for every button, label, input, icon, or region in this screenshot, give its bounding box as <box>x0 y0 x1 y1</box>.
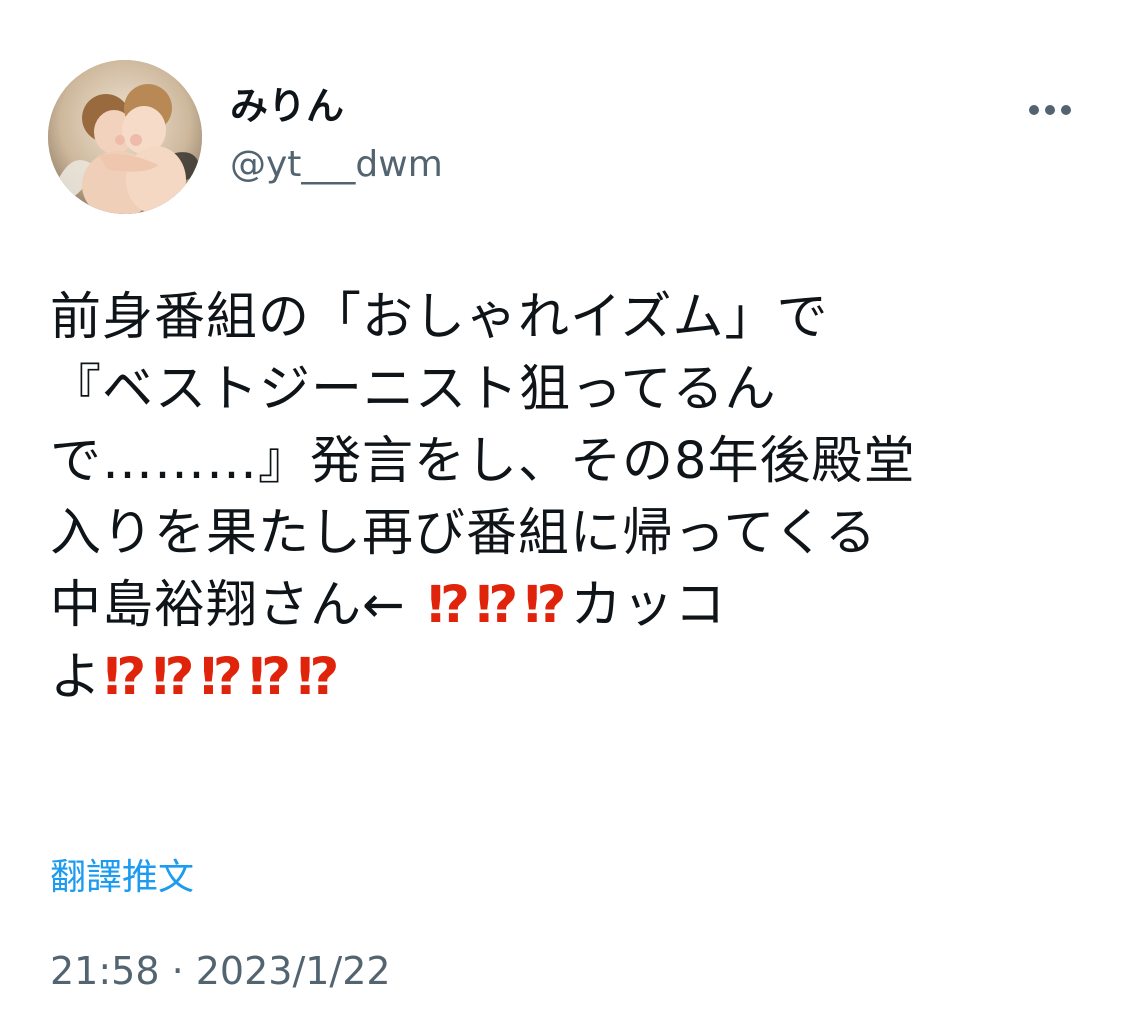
tweet-text-segment: 中島裕翔さん← <box>50 576 406 635</box>
tweet-text-line: 入りを果たし再び番組に帰ってくる <box>50 504 877 563</box>
tweet-text-line: で………』発言をし、その8年後殿堂 <box>50 432 916 491</box>
more-options-button[interactable] <box>1022 90 1078 130</box>
tweet-text-line: よ ⁉ ⁉ ⁉ ⁉ ⁉ <box>50 642 1070 714</box>
interrobang-emoji-icon: ⁉ <box>248 648 291 707</box>
avatar-painting-icon <box>48 60 202 214</box>
more-horizontal-icon <box>1029 105 1071 115</box>
tweet-text-line: 『ベストジーニスト狙ってるん <box>50 360 777 419</box>
author-handle[interactable]: @yt___dwm <box>230 142 443 188</box>
tweet-text-line: 中島裕翔さん← ⁉ ⁉ ⁉ カッコ <box>50 570 1070 642</box>
interrobang-emoji-icon: ⁉ <box>152 648 194 707</box>
tweet-text-segment: よ <box>50 648 103 707</box>
interrobang-emoji-icon: ⁉ <box>200 648 243 707</box>
tweet-card: みりん @yt___dwm 前身番組の「おしゃれイズム」で 『ベストジーニスト狙… <box>0 0 1124 1010</box>
tweet-timestamp[interactable]: 21:58 · 2023/1/22 <box>50 946 391 996</box>
interrobang-emoji-icon: ⁉ <box>427 576 470 635</box>
interrobang-emoji-icon: ⁉ <box>476 576 518 635</box>
tweet-text: 前身番組の「おしゃれイズム」で 『ベストジーニスト狙ってるん で………』発言をし… <box>50 282 1070 714</box>
author-display-name[interactable]: みりん <box>230 82 344 130</box>
tweet-text-segment: カッコ <box>570 576 727 635</box>
translate-tweet-link[interactable]: 翻譯推文 <box>50 854 194 902</box>
interrobang-emoji-icon: ⁉ <box>297 648 339 707</box>
avatar[interactable] <box>48 60 202 214</box>
interrobang-emoji-icon: ⁉ <box>104 648 146 707</box>
tweet-text-line: 前身番組の「おしゃれイズム」で <box>50 288 829 347</box>
interrobang-emoji-icon: ⁉ <box>524 576 566 635</box>
